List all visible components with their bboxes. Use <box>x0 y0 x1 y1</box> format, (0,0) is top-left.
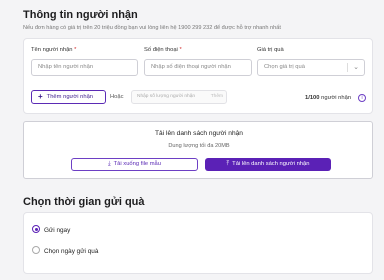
upload-title: Tải lên danh sách người nhận <box>155 130 243 137</box>
radio-unselected-icon[interactable] <box>32 246 40 254</box>
upload-dropzone[interactable]: Tải lên danh sách người nhận Dung lượng … <box>23 121 373 179</box>
download-template-label: Tải xuống file mẫu <box>113 161 162 167</box>
phone-label: Số điện thoại * <box>144 47 182 53</box>
select-divider <box>347 63 348 72</box>
radio-selected-icon[interactable] <box>32 225 40 233</box>
delivery-options-card: Gửi ngay Chọn ngày gửi quà <box>23 212 373 274</box>
download-template-button[interactable]: ⤓ Tải xuống file mẫu <box>71 158 198 171</box>
recipient-count: 1/100 người nhận <box>305 95 351 101</box>
name-label-text: Tên người nhận <box>31 47 73 53</box>
gift-value-select[interactable]: Chọn giá trị quà ⌄ <box>257 59 365 76</box>
phone-input[interactable]: Nhập số điện thoại người nhận <box>144 59 252 76</box>
send-now-label: Gửi ngay <box>44 227 71 234</box>
upload-icon: ⤒ <box>226 161 230 167</box>
schedule-date-option[interactable]: Chọn ngày gửi quà <box>32 246 98 255</box>
add-recipient-button[interactable]: + Thêm người nhận <box>31 90 106 104</box>
info-icon[interactable]: i <box>358 94 366 102</box>
gift-value-label: Giá trị quà <box>257 47 284 53</box>
schedule-date-label: Chọn ngày gửi quà <box>44 248 99 255</box>
chevron-down-icon: ⌄ <box>353 64 359 71</box>
recipient-count-suffix: người nhận <box>321 95 352 101</box>
add-recipient-label: Thêm người nhận <box>46 94 94 100</box>
send-now-option[interactable]: Gửi ngay <box>32 225 70 234</box>
required-mark: * <box>74 47 77 53</box>
quantity-add-button[interactable]: Thêm <box>211 91 223 103</box>
quantity-placeholder: Nhập số lượng người nhận <box>137 94 196 99</box>
or-text: Hoặc <box>110 94 124 100</box>
upload-list-button[interactable]: ⤒ Tải lên danh sách người nhận <box>205 158 331 171</box>
gift-value-placeholder: Chọn giá trị quà <box>264 64 305 70</box>
recipient-count-value: 1/100 <box>305 95 320 101</box>
name-label: Tên người nhận * <box>31 47 76 53</box>
phone-label-text: Số điện thoại <box>144 47 178 53</box>
upload-size-limit: Dung lượng tối đa 20MB <box>168 143 230 149</box>
order-value-hint: Nếu đơn hàng có giá trị trên 20 triệu đồ… <box>23 25 281 31</box>
recipient-name-input[interactable]: Nhập tên người nhận <box>31 59 138 76</box>
recipient-section-title: Thông tin người nhận <box>23 9 138 21</box>
plus-icon: + <box>38 92 43 101</box>
delivery-section-title: Chọn thời gian gửi quà <box>23 196 145 208</box>
upload-list-label: Tải lên danh sách người nhận <box>232 161 310 167</box>
download-icon: ⤓ <box>107 161 111 167</box>
recipient-quantity-input[interactable]: Nhập số lượng người nhận Thêm <box>131 90 227 104</box>
required-mark: * <box>179 47 182 53</box>
